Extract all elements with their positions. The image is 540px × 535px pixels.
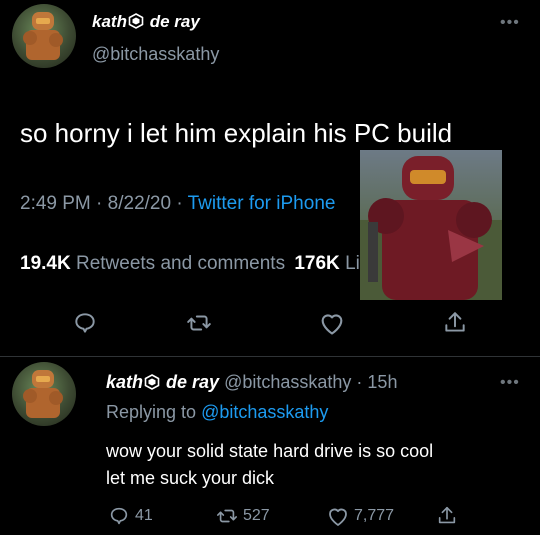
user-handle[interactable]: @bitchasskathy: [92, 44, 219, 65]
reply-avatar[interactable]: [12, 362, 76, 426]
display-name-part2: de ray: [149, 12, 200, 31]
retweets-count[interactable]: 19.4K: [20, 253, 71, 274]
reply-more-options-icon[interactable]: •••: [500, 374, 520, 392]
reply-display-name-part1: kath: [106, 372, 144, 392]
reply-action-reply[interactable]: 41: [108, 505, 153, 527]
retweet-count: 527: [243, 507, 270, 524]
replying-to-handle[interactable]: @bitchasskathy: [201, 402, 328, 422]
divider: [0, 356, 540, 357]
reply-header: kath de ray @bitchasskathy · 15h: [106, 372, 398, 392]
reply-age[interactable]: 15h: [367, 372, 397, 392]
tweet-meta: 2:49 PM · 8/22/20 · Twitter for iPhone: [20, 193, 336, 214]
reply-action-share[interactable]: [436, 505, 458, 527]
like-count: 7,777: [354, 507, 395, 524]
tweet-text: so horny i let him explain his PC build: [20, 118, 453, 148]
display-name-part1: kath: [92, 12, 127, 31]
reply-action-retweet[interactable]: 527: [216, 505, 270, 527]
retweet-icon[interactable]: [186, 310, 212, 336]
reply-handle[interactable]: @bitchasskathy: [224, 372, 351, 392]
tweet-date: 8/22/20: [107, 193, 172, 214]
tweet-source[interactable]: Twitter for iPhone: [188, 193, 336, 214]
retweet-icon: [216, 505, 238, 527]
tweet-time: 2:49 PM: [20, 193, 91, 214]
replying-to-label: Replying to: [106, 402, 197, 422]
likes-count[interactable]: 176K: [294, 253, 339, 274]
display-name[interactable]: kath de ray: [92, 12, 200, 32]
share-icon[interactable]: [442, 310, 468, 336]
reply-action-like[interactable]: 7,777: [326, 505, 394, 527]
avatar[interactable]: [12, 4, 76, 68]
reply-display-name-part2: de ray: [166, 372, 220, 392]
reply-display-name[interactable]: kath de ray: [106, 372, 219, 392]
tweet-stats: 19.4K Retweets and comments 176K Likes: [20, 253, 389, 275]
red-armor-figure-image: [360, 150, 502, 300]
more-options-icon[interactable]: •••: [500, 14, 520, 32]
replying-to-line: Replying to @bitchasskathy: [106, 402, 328, 423]
share-icon: [436, 505, 458, 527]
reply-icon: [108, 505, 130, 527]
like-heart-icon: [326, 505, 350, 527]
reply-text-line1: wow your solid state hard drive is so co…: [106, 441, 434, 461]
reply-text-line2: let me suck your dick: [106, 468, 275, 488]
reply-icon[interactable]: [72, 310, 98, 336]
reply-text: wow your solid state hard drive is so co…: [106, 438, 433, 492]
hexagon-icon: [128, 13, 144, 29]
reply-count: 41: [135, 507, 153, 524]
retweets-label[interactable]: Retweets and comments: [76, 253, 285, 274]
like-heart-icon[interactable]: [318, 310, 346, 336]
hexagon-icon: [144, 374, 160, 390]
